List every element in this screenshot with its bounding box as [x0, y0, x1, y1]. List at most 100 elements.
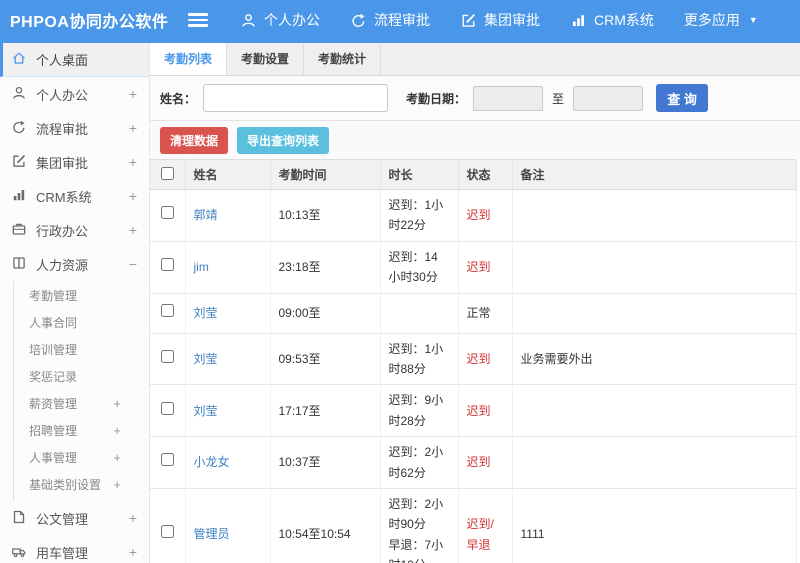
expand-icon[interactable]: +: [113, 423, 121, 438]
expand-icon[interactable]: +: [129, 222, 137, 238]
app-title: PHPOA协同办公软件: [10, 14, 169, 31]
attendance-time-cell: 09:53至: [270, 333, 381, 386]
sidebar-subitem-base-category-settings[interactable]: 基础类别设置 +: [14, 471, 149, 498]
employee-name-link[interactable]: 管理员: [194, 527, 230, 541]
duration-cell: 迟到：1小时88分: [380, 333, 459, 386]
sidebar-item-workflow-approval[interactable]: 流程审批 +: [0, 111, 149, 145]
column-header-attendance-time: 考勤时间: [270, 159, 381, 190]
tab-attendance-list[interactable]: 考勤列表: [150, 43, 228, 75]
user-icon: [11, 85, 36, 104]
bar-chart-icon: [11, 187, 36, 206]
note-cell: 业务需要外出: [512, 333, 797, 386]
nav-crm-system[interactable]: CRM系统: [570, 10, 654, 30]
book-icon: [11, 255, 36, 274]
table-action-toolbar: 清理数据 导出查询列表: [150, 121, 800, 159]
clean-data-button[interactable]: 清理数据: [160, 126, 229, 154]
attendance-table: 姓名 考勤时间 时长 状态 备注 郭靖 10:13至 迟到：1小时22分 迟到 …: [150, 159, 797, 563]
column-header-note: 备注: [512, 159, 797, 190]
sidebar-item-document-mgmt[interactable]: 公文管理 +: [0, 501, 149, 535]
collapse-icon[interactable]: −: [129, 256, 137, 272]
note-cell: [512, 384, 797, 438]
sidebar-subitem-rewards-records[interactable]: 奖惩记录: [14, 363, 149, 390]
search-button[interactable]: 查 询: [656, 84, 709, 112]
employee-name-link[interactable]: 刘莹: [194, 404, 218, 418]
duration-cell: 迟到：14小时30分: [380, 241, 459, 294]
sidebar-subitem-recruitment-mgmt[interactable]: 招聘管理 +: [14, 417, 149, 444]
row-checkbox[interactable]: [160, 401, 174, 415]
expand-icon[interactable]: +: [129, 120, 137, 136]
note-cell: [512, 436, 797, 489]
employee-name-link[interactable]: jim: [194, 260, 209, 274]
sidebar-item-human-resources[interactable]: 人力资源 −: [0, 247, 149, 281]
caret-down-icon: ▼: [748, 15, 758, 25]
row-checkbox[interactable]: [160, 303, 174, 317]
row-checkbox[interactable]: [160, 349, 174, 363]
bar-chart-icon: [570, 12, 587, 29]
nav-group-approval[interactable]: 集团审批: [460, 10, 540, 30]
name-search-input[interactable]: [203, 84, 389, 112]
row-checkbox[interactable]: [160, 525, 174, 539]
sidebar-subitem-salary-mgmt[interactable]: 薪资管理 +: [14, 390, 149, 417]
nav-personal-office[interactable]: 个人办公: [240, 10, 320, 30]
expand-icon[interactable]: +: [129, 154, 137, 170]
sidebar-item-crm-system[interactable]: CRM系统 +: [0, 179, 149, 213]
sidebar-subitem-training-mgmt[interactable]: 培训管理: [14, 336, 149, 363]
duration-cell: 迟到：9小时28分: [380, 384, 459, 438]
attendance-time-cell: 10:13至: [270, 189, 381, 242]
column-header-duration: 时长: [380, 159, 459, 190]
employee-name-link[interactable]: 小龙女: [194, 455, 230, 469]
row-checkbox[interactable]: [160, 257, 174, 271]
employee-name-link[interactable]: 刘莹: [194, 352, 218, 366]
tab-attendance-settings[interactable]: 考勤设置: [227, 43, 305, 75]
select-all-checkbox[interactable]: [160, 166, 174, 180]
expand-icon[interactable]: +: [129, 510, 137, 526]
expand-icon[interactable]: +: [129, 544, 137, 560]
sidebar-subitem-attendance-mgmt[interactable]: 考勤管理: [14, 282, 149, 309]
employee-name-link[interactable]: 郭靖: [194, 208, 218, 222]
document-icon: [11, 509, 36, 528]
sidebar-item-personal-office[interactable]: 个人办公 +: [0, 77, 149, 111]
note-cell: [512, 241, 797, 294]
expand-icon[interactable]: +: [129, 86, 137, 102]
note-cell: [512, 189, 797, 242]
attendance-time-cell: 10:54至10:54: [270, 488, 381, 563]
main-content: 考勤列表 考勤设置 考勤统计 姓名： 考勤日期： 至 查 询 清理数据 导出查询…: [150, 43, 800, 563]
sidebar-item-vehicle-mgmt[interactable]: 用车管理 +: [0, 535, 149, 563]
duration-cell: [380, 293, 459, 334]
expand-icon[interactable]: +: [129, 188, 137, 204]
table-row: 小龙女 10:37至 迟到：2小时62分 迟到: [150, 436, 797, 489]
table-row: 刘莹 09:00至 正常: [150, 293, 797, 334]
top-navigation-bar: PHPOA协同办公软件 个人办公 流程审批 集团审批 CRM系统 更多应用 ▼: [0, 0, 800, 40]
attendance-table-body: 郭靖 10:13至 迟到：1小时22分 迟到 jim 23:18至 迟到：14小…: [150, 189, 797, 563]
row-checkbox[interactable]: [160, 453, 174, 467]
table-row: 郭靖 10:13至 迟到：1小时22分 迟到: [150, 189, 797, 242]
sidebar-toggle-icon[interactable]: [188, 10, 208, 30]
note-cell: [512, 293, 797, 334]
sidebar-item-admin-office[interactable]: 行政办公 +: [0, 213, 149, 247]
row-checkbox[interactable]: [160, 206, 174, 220]
sidebar-item-personal-desktop[interactable]: 个人桌面: [0, 43, 149, 77]
nav-workflow-approval[interactable]: 流程审批: [350, 10, 430, 30]
attendance-time-cell: 10:37至: [270, 436, 381, 489]
sidebar-subitem-hr-contracts[interactable]: 人事合同: [14, 309, 149, 336]
date-from-input[interactable]: [473, 85, 544, 111]
truck-icon: [11, 543, 36, 562]
expand-icon[interactable]: +: [113, 396, 121, 411]
note-cell: 1111: [512, 488, 797, 563]
nav-more-apps[interactable]: 更多应用 ▼: [684, 10, 758, 30]
expand-icon[interactable]: +: [113, 450, 121, 465]
export-query-list-button[interactable]: 导出查询列表: [237, 126, 330, 154]
employee-name-link[interactable]: 刘莹: [194, 306, 218, 320]
tab-attendance-statistics[interactable]: 考勤统计: [304, 43, 382, 75]
duration-cell: 迟到：2小时90分早退：7小时10分: [380, 488, 459, 563]
status-text: 迟到: [466, 259, 491, 274]
table-row: 刘莹 17:17至 迟到：9小时28分 迟到: [150, 384, 797, 438]
expand-icon[interactable]: +: [113, 477, 121, 492]
attendance-time-cell: 09:00至: [270, 293, 381, 334]
date-to-input[interactable]: [573, 85, 644, 111]
sidebar-item-group-approval[interactable]: 集团审批 +: [0, 145, 149, 179]
process-icon: [350, 12, 367, 29]
briefcase-icon: [11, 221, 36, 240]
status-text: 正常: [466, 305, 491, 320]
sidebar-subitem-personnel-mgmt[interactable]: 人事管理 +: [14, 444, 149, 471]
